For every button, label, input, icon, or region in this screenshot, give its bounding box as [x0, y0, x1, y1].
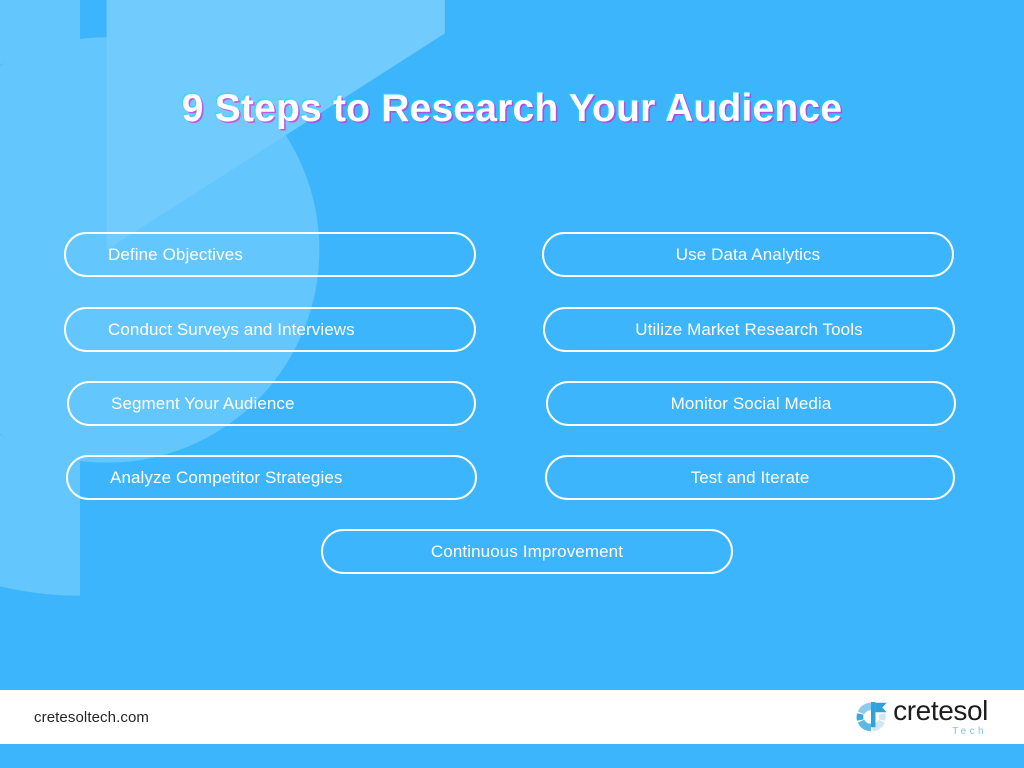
- brand-tagline: Tech: [952, 726, 987, 737]
- step-label: Analyze Competitor Strategies: [110, 467, 343, 487]
- slide-title-container: 9 Steps to Research Your Audience: [0, 87, 1024, 131]
- step-pill-continuous-improvement[interactable]: Continuous Improvement: [321, 529, 733, 574]
- brand-wordmark: cretesol: [893, 695, 988, 726]
- step-label: Test and Iterate: [690, 467, 810, 487]
- step-pill-test-and-iterate[interactable]: Test and Iterate: [545, 455, 955, 500]
- step-label: Conduct Surveys and Interviews: [108, 319, 355, 339]
- step-label: Utilize Market Research Tools: [635, 319, 863, 339]
- step-label: Continuous Improvement: [430, 541, 624, 561]
- steps-grid: Define Objectives Conduct Surveys and In…: [0, 228, 1024, 608]
- step-pill-define-objectives[interactable]: Define Objectives: [64, 232, 476, 277]
- step-pill-conduct-surveys-and-interviews[interactable]: Conduct Surveys and Interviews: [64, 307, 476, 352]
- step-pill-monitor-social-media[interactable]: Monitor Social Media: [546, 381, 956, 426]
- slide-canvas: 9 Steps to Research Your Audience Define…: [0, 0, 1024, 768]
- brand-wordmark-group: cretesol Tech: [893, 697, 988, 737]
- step-label: Monitor Social Media: [670, 393, 832, 413]
- step-pill-analyze-competitor-strategies[interactable]: Analyze Competitor Strategies: [66, 455, 477, 500]
- step-label: Segment Your Audience: [111, 393, 295, 413]
- step-label: Use Data Analytics: [675, 244, 821, 264]
- step-label: Define Objectives: [108, 244, 243, 264]
- website-url[interactable]: cretesoltech.com: [34, 709, 149, 726]
- step-pill-utilize-market-research-tools[interactable]: Utilize Market Research Tools: [543, 307, 955, 352]
- step-pill-segment-your-audience[interactable]: Segment Your Audience: [67, 381, 476, 426]
- cretesol-logo-icon: [856, 702, 887, 732]
- footer-bar: cretesoltech.com cretesol Tech: [0, 690, 1024, 744]
- step-pill-use-data-analytics[interactable]: Use Data Analytics: [542, 232, 954, 277]
- brand-logo[interactable]: cretesol Tech: [854, 697, 988, 737]
- page-title: 9 Steps to Research Your Audience: [181, 87, 843, 130]
